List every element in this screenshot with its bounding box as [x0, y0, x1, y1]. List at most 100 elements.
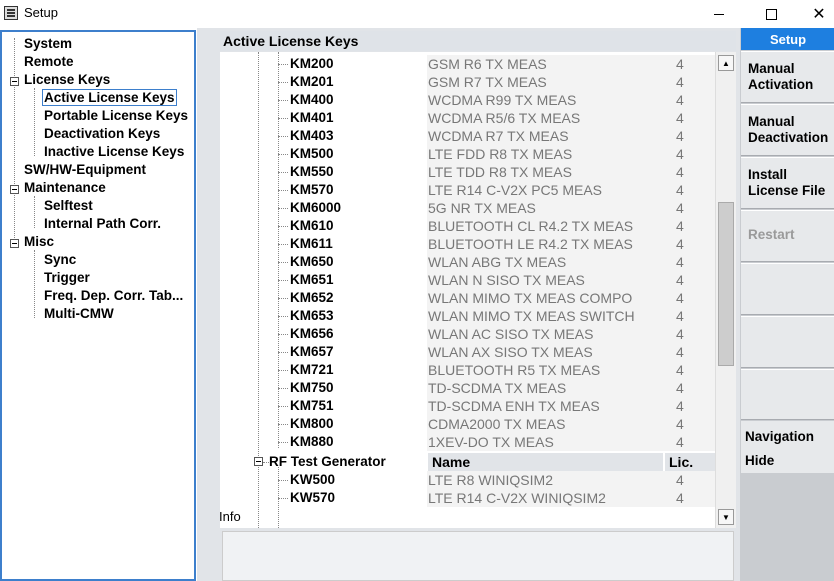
key-name: WLAN MIMO TX MEAS COMPO — [427, 289, 715, 307]
license-key-row[interactable]: KM500 LTE FDD R8 TX MEAS 4 — [220, 145, 715, 163]
collapse-icon[interactable] — [254, 457, 263, 466]
restart-button[interactable]: Restart — [741, 210, 834, 262]
key-count: 4 — [676, 74, 684, 90]
license-key-row[interactable]: KM653 WLAN MIMO TX MEAS SWITCH 4 — [220, 307, 715, 325]
license-key-row[interactable]: KM6000 5G NR TX MEAS 4 — [220, 199, 715, 217]
tree-item-inactive-license-keys[interactable]: Inactive License Keys — [44, 144, 184, 162]
license-key-row[interactable]: KM611 BLUETOOTH LE R4.2 TX MEAS 4 — [220, 235, 715, 253]
vertical-scrollbar[interactable]: ▲ ▼ — [715, 52, 736, 528]
key-code: KM611 — [290, 236, 333, 251]
license-key-row[interactable]: KM200 GSM R6 TX MEAS 4 — [220, 55, 715, 73]
key-name: GSM R6 TX MEAS — [427, 55, 715, 73]
tree-guide-line — [278, 172, 288, 173]
license-key-row[interactable]: KM657 WLAN AX SISO TX MEAS 4 — [220, 343, 715, 361]
tree-item-internal-path-corr[interactable]: Internal Path Corr. — [44, 216, 161, 234]
tree-guide-line — [278, 136, 288, 137]
tree-guide-line — [278, 406, 288, 407]
key-count: 4 — [676, 326, 684, 342]
license-key-row[interactable]: KM751 TD-SCDMA ENH TX MEAS 4 — [220, 397, 715, 415]
column-header-lic[interactable]: Lic. — [665, 453, 715, 471]
license-key-row[interactable]: KM750 TD-SCDMA TX MEAS 4 — [220, 379, 715, 397]
key-name: WLAN ABG TX MEAS — [427, 253, 715, 271]
tree-item-active-license-keys[interactable]: Active License Keys — [42, 89, 177, 108]
key-code: KM653 — [290, 308, 334, 323]
license-key-row[interactable]: KM721 BLUETOOTH R5 TX MEAS 4 — [220, 361, 715, 379]
key-count: 4 — [676, 434, 684, 450]
license-key-row[interactable]: KM550 LTE TDD R8 TX MEAS 4 — [220, 163, 715, 181]
window-title: Setup — [24, 5, 58, 20]
key-name: 1XEV-DO TX MEAS — [427, 433, 715, 451]
minimize-button[interactable] — [696, 0, 742, 28]
title-bar: Setup ✕ — [0, 0, 834, 28]
license-key-row[interactable]: KM403 WCDMA R7 TX MEAS 4 — [220, 127, 715, 145]
license-key-row[interactable]: KM656 WLAN AC SISO TX MEAS 4 — [220, 325, 715, 343]
column-header-name[interactable]: Name — [428, 453, 663, 471]
navigation-label: Navigation — [745, 429, 815, 444]
key-code: KM657 — [290, 344, 334, 359]
install-license-file-button[interactable]: Install License File — [741, 157, 834, 209]
info-label: Info — [219, 509, 241, 524]
key-name: WLAN N SISO TX MEAS — [427, 271, 715, 289]
key-code: KM200 — [290, 56, 334, 71]
license-key-row[interactable]: KM401 WCDMA R5/6 TX MEAS 4 — [220, 109, 715, 127]
license-key-row[interactable]: KM880 1XEV-DO TX MEAS 4 — [220, 433, 715, 451]
tree-item-maintenance[interactable]: Maintenance — [24, 180, 106, 198]
tree-guide-line — [278, 280, 288, 281]
license-key-row[interactable]: KM800 CDMA2000 TX MEAS 4 — [220, 415, 715, 433]
license-key-row[interactable]: KM610 BLUETOOTH CL R4.2 TX MEAS 4 — [220, 217, 715, 235]
navigation-softkey[interactable]: Navigation Hide — [741, 421, 834, 473]
key-count: 4 — [676, 92, 684, 108]
scroll-thumb[interactable] — [718, 202, 734, 366]
tree-item-deactivation-keys[interactable]: Deactivation Keys — [44, 126, 160, 144]
tree-guide-line — [278, 64, 288, 65]
manual-activation-button[interactable]: Manual Activation — [741, 51, 834, 103]
scroll-down-icon[interactable]: ▼ — [718, 509, 734, 525]
license-key-row[interactable]: KM201 GSM R7 TX MEAS 4 — [220, 73, 715, 91]
license-key-row[interactable]: KM650 WLAN ABG TX MEAS 4 — [220, 253, 715, 271]
key-name: BLUETOOTH CL R4.2 TX MEAS — [427, 217, 715, 235]
tree-guide-line — [278, 316, 288, 317]
license-key-row[interactable]: KW500 LTE R8 WINIQSIM2 4 — [220, 471, 715, 489]
collapse-icon[interactable] — [10, 185, 19, 194]
close-button[interactable]: ✕ — [796, 0, 834, 28]
tree-item-misc[interactable]: Misc — [24, 234, 54, 252]
tree-item-system[interactable]: System — [24, 36, 72, 54]
manual-deactivation-button[interactable]: Manual Deactivation — [741, 104, 834, 156]
tree-item-multi-cmw[interactable]: Multi-CMW — [44, 306, 114, 324]
key-code: KM721 — [290, 362, 334, 377]
license-key-row[interactable]: KM651 WLAN N SISO TX MEAS 4 — [220, 271, 715, 289]
tree-item-trigger[interactable]: Trigger — [44, 270, 90, 288]
key-code: KM650 — [290, 254, 334, 269]
main-panel: Active License Keys KM200 GSM R6 TX MEAS 4… — [197, 28, 740, 581]
scroll-up-icon[interactable]: ▲ — [718, 55, 734, 71]
collapse-icon[interactable] — [10, 77, 19, 86]
key-code: KM550 — [290, 164, 334, 179]
tree-item-remote[interactable]: Remote — [24, 54, 74, 72]
group-row-rf-test-generator[interactable]: RF Test Generator Name Lic. — [220, 453, 715, 471]
tree-item-license-keys[interactable]: License Keys — [24, 72, 110, 90]
tree-guide-line — [278, 442, 288, 443]
tree-guide-line — [278, 244, 288, 245]
tree-item-sw-hw-equipment[interactable]: SW/HW-Equipment — [24, 162, 146, 180]
key-count: 4 — [676, 290, 684, 306]
maximize-button[interactable] — [748, 0, 794, 28]
key-code: KM656 — [290, 326, 334, 341]
license-key-row[interactable]: KW570 LTE R14 C-V2X WINIQSIM2 4 — [220, 489, 715, 507]
key-count: 4 — [676, 380, 684, 396]
key-name: WCDMA R7 TX MEAS — [427, 127, 715, 145]
tree-guide-line — [278, 298, 288, 299]
app-icon — [4, 6, 18, 20]
tree-item-selftest[interactable]: Selftest — [44, 198, 93, 216]
key-name: WCDMA R99 TX MEAS — [427, 91, 715, 109]
tree-item-sync[interactable]: Sync — [44, 252, 76, 270]
tree-item-freq-dep-corr-tab[interactable]: Freq. Dep. Corr. Tab... — [44, 288, 183, 306]
hide-button[interactable]: Hide — [745, 449, 831, 473]
license-key-row[interactable]: KM652 WLAN MIMO TX MEAS COMPO 4 — [220, 289, 715, 307]
license-key-row[interactable]: KM400 WCDMA R99 TX MEAS 4 — [220, 91, 715, 109]
tree-guide-line — [34, 250, 35, 318]
license-key-row[interactable]: KM570 LTE R14 C-V2X PC5 MEAS 4 — [220, 181, 715, 199]
collapse-icon[interactable] — [10, 239, 19, 248]
tree-item-portable-license-keys[interactable]: Portable License Keys — [44, 108, 188, 126]
tree-guide-line — [278, 100, 288, 101]
key-name: GSM R7 TX MEAS — [427, 73, 715, 91]
